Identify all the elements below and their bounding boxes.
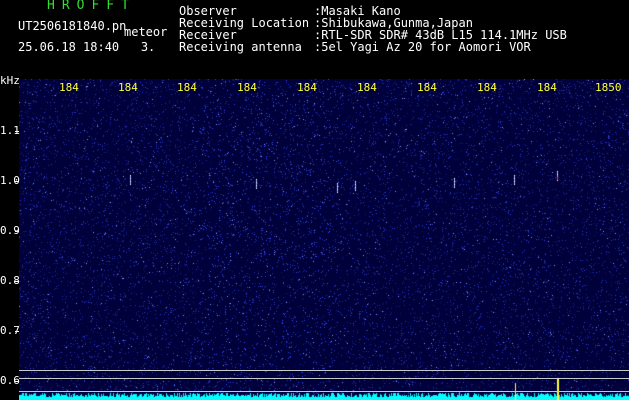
y-tick-mark xyxy=(15,331,19,332)
x-tick-label: 1850 xyxy=(595,81,622,94)
timestamp: 25.06.18 18:40 3. xyxy=(18,40,156,54)
antenna-label: Receiving antenna xyxy=(179,40,302,54)
y-tick-mark xyxy=(15,131,19,132)
x-tick-label: 184 xyxy=(237,81,257,94)
x-tick-label: 184 xyxy=(118,81,138,94)
y-tick-mark xyxy=(15,381,19,382)
x-tick-label: 184 xyxy=(297,81,317,94)
y-tick-mark xyxy=(15,231,19,232)
reference-line xyxy=(19,370,629,371)
x-tick-label: 184 xyxy=(417,81,437,94)
waterfall-spectrogram xyxy=(19,79,629,400)
reference-line xyxy=(19,391,629,392)
y-tick-mark xyxy=(15,281,19,282)
x-tick-label: 184 xyxy=(537,81,557,94)
spectrogram-canvas xyxy=(19,79,629,400)
x-tick-label: 184 xyxy=(477,81,497,94)
y-tick-mark xyxy=(15,181,19,182)
y-axis-unit-label: kHz xyxy=(0,74,20,87)
x-tick-label: 184 xyxy=(59,81,79,94)
meteor-tag: meteor xyxy=(124,25,168,39)
reference-line xyxy=(19,378,629,379)
x-tick-label: 184 xyxy=(357,81,377,94)
app-title: HROFFT xyxy=(47,0,136,13)
antenna-value: :5el Yagi Az 20 for Aomori VOR xyxy=(314,40,531,54)
file-name: UT2506181840.pn xyxy=(18,19,127,33)
x-tick-label: 184 xyxy=(177,81,197,94)
